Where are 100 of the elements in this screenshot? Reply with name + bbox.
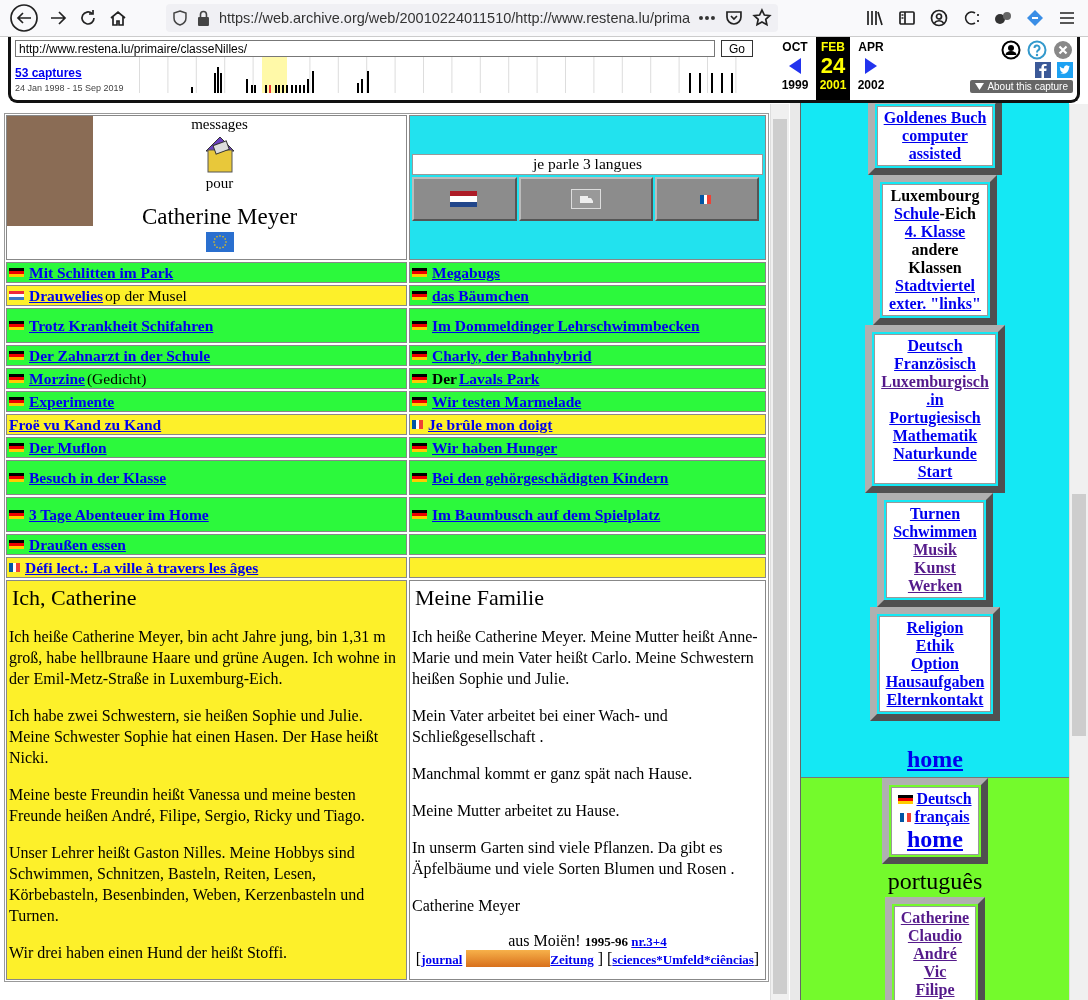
star-icon[interactable] <box>752 8 772 28</box>
scrollbar-thumb[interactable] <box>1072 494 1086 736</box>
link[interactable]: Französisch <box>894 355 976 372</box>
link[interactable]: Mathematik <box>892 427 978 444</box>
link[interactable]: Goldenes Buch <box>883 109 987 126</box>
scrollbar-thumb[interactable] <box>773 119 787 994</box>
month-text: APR <box>858 40 884 54</box>
link[interactable]: Deutsch <box>907 337 963 354</box>
left-arrow-icon[interactable] <box>788 57 802 75</box>
link[interactable]: Option <box>911 655 959 672</box>
link[interactable]: Start <box>917 463 953 480</box>
link[interactable]: Experimente <box>29 392 115 411</box>
link[interactable]: Catherine <box>900 909 970 926</box>
extension-icon[interactable] <box>994 9 1012 27</box>
reload-icon[interactable] <box>78 8 98 28</box>
link[interactable]: Musik <box>913 541 957 558</box>
paragraph: Meine Mutter arbeitet zu Hause. <box>412 801 621 821</box>
link[interactable]: Zeitung <box>550 952 594 967</box>
right-arrow-icon[interactable] <box>864 57 878 75</box>
url-input[interactable]: http://www.restena.lu/primaire/classeNilles/ <box>15 40 715 57</box>
close-icon[interactable] <box>1053 40 1073 60</box>
link[interactable]: Schwimmen <box>893 523 977 540</box>
link[interactable]: 3 Tage Abenteuer im Home <box>29 505 209 524</box>
link[interactable]: Trotz Krankheit Schifahren <box>29 316 214 335</box>
link[interactable]: Wir haben Hunger <box>432 438 558 457</box>
link[interactable]: Filipe <box>915 981 955 998</box>
link[interactable]: Deutsch <box>916 790 972 807</box>
link[interactable]: Im Baumbusch auf dem Spielplatz <box>432 505 661 524</box>
about-capture-button[interactable]: About this capture <box>970 80 1073 93</box>
link[interactable]: Stadtviertel <box>895 277 975 294</box>
account-icon[interactable] <box>1001 40 1021 60</box>
link[interactable]: Im Dommeldinger Lehrschwimmbecken <box>432 316 700 335</box>
link[interactable]: Draußen essen <box>29 535 126 554</box>
link[interactable]: Claudio <box>907 927 963 944</box>
link[interactable]: Portugiesisch <box>889 409 981 426</box>
flag-icon <box>9 563 20 572</box>
link[interactable]: Bei den gehörgeschädigten Kindern <box>432 468 669 487</box>
facebook-icon[interactable] <box>1035 62 1051 78</box>
pocket-icon[interactable] <box>724 8 745 28</box>
link[interactable]: Werken <box>907 577 963 594</box>
link[interactable]: Der Zahnarzt in der Schule <box>29 346 211 365</box>
address-bar[interactable]: https://web.archive.org/web/20010224011510/http://www.restena.lu/prima <box>166 4 778 32</box>
link[interactable]: Turnen <box>909 505 961 522</box>
link[interactable]: 4. Klasse <box>904 223 966 240</box>
language-button[interactable] <box>655 177 759 221</box>
month-column[interactable]: FEB 24 2001 <box>816 37 850 100</box>
link[interactable]: Hausaufgaben <box>885 673 985 690</box>
menu-icon[interactable] <box>1058 10 1076 26</box>
link[interactable]: Mit Schlitten im Park <box>29 263 174 282</box>
month-column[interactable]: APR 2002 <box>853 37 889 100</box>
extension-icon[interactable] <box>962 9 980 27</box>
link[interactable]: assisted <box>908 145 962 162</box>
more-icon[interactable] <box>698 15 717 21</box>
link[interactable]: Charly, der Bahnhybrid <box>432 346 592 365</box>
link[interactable]: home <box>907 826 963 852</box>
link[interactable]: 53 captures <box>15 65 133 80</box>
flag-icon[interactable] <box>205 232 234 252</box>
help-icon[interactable] <box>1027 40 1047 60</box>
link[interactable]: Megabugs <box>432 263 501 282</box>
link[interactable]: nr.3+4 <box>631 934 667 949</box>
link[interactable]: das Bäumchen <box>432 286 529 305</box>
label-text: (Gedicht) <box>86 369 147 388</box>
link[interactable]: journal <box>421 952 463 967</box>
link[interactable]: André <box>913 945 957 962</box>
link[interactable]: Religion <box>906 619 964 636</box>
go-button[interactable]: Go <box>721 40 753 57</box>
sidebar-icon[interactable] <box>898 9 916 27</box>
link[interactable]: français <box>914 808 970 825</box>
link[interactable]: Schule <box>894 205 940 222</box>
link[interactable]: Vic <box>923 963 947 980</box>
link[interactable]: Besuch in der Klasse <box>29 468 167 487</box>
label-text: je parle 3 langues <box>412 154 763 175</box>
language-button[interactable] <box>519 177 653 221</box>
month-column[interactable]: OCT 1999 <box>777 37 813 100</box>
link[interactable]: computer <box>902 127 968 144</box>
link[interactable]: Morzine <box>29 369 85 388</box>
link[interactable]: Ethik <box>915 637 955 654</box>
link[interactable]: Défi lect.: La ville à travers les âges <box>25 558 259 577</box>
twitter-icon[interactable] <box>1057 62 1073 78</box>
link[interactable]: Naturkunde <box>893 445 977 462</box>
home-icon[interactable] <box>108 8 128 28</box>
link[interactable]: Luxemburgisch <box>881 373 989 390</box>
link[interactable]: exter. "links" <box>889 295 981 312</box>
link[interactable]: Lavals Park <box>458 369 540 388</box>
link[interactable]: Froë vu Kand zu Kand <box>9 415 162 434</box>
link[interactable]: Kunst <box>914 559 956 576</box>
account-icon[interactable] <box>930 9 948 27</box>
link[interactable]: home <box>907 745 963 773</box>
library-icon[interactable] <box>866 9 884 27</box>
link[interactable]: Drauwelies <box>29 286 104 305</box>
link[interactable]: Je brûle mon doigt <box>428 415 553 434</box>
link[interactable]: sciences*Umfeld*ciências <box>612 952 754 967</box>
link[interactable]: .in <box>926 391 944 408</box>
back-icon[interactable] <box>10 4 38 32</box>
language-button[interactable] <box>412 177 517 221</box>
flag-icon <box>9 321 24 330</box>
link[interactable]: Der Muflon <box>29 438 107 457</box>
link[interactable]: Elternkontakt <box>886 691 984 708</box>
paragraph: Manchmal kommt er ganz spät nach Hause. <box>412 764 694 784</box>
link[interactable]: Wir testen Marmelade <box>432 392 582 411</box>
